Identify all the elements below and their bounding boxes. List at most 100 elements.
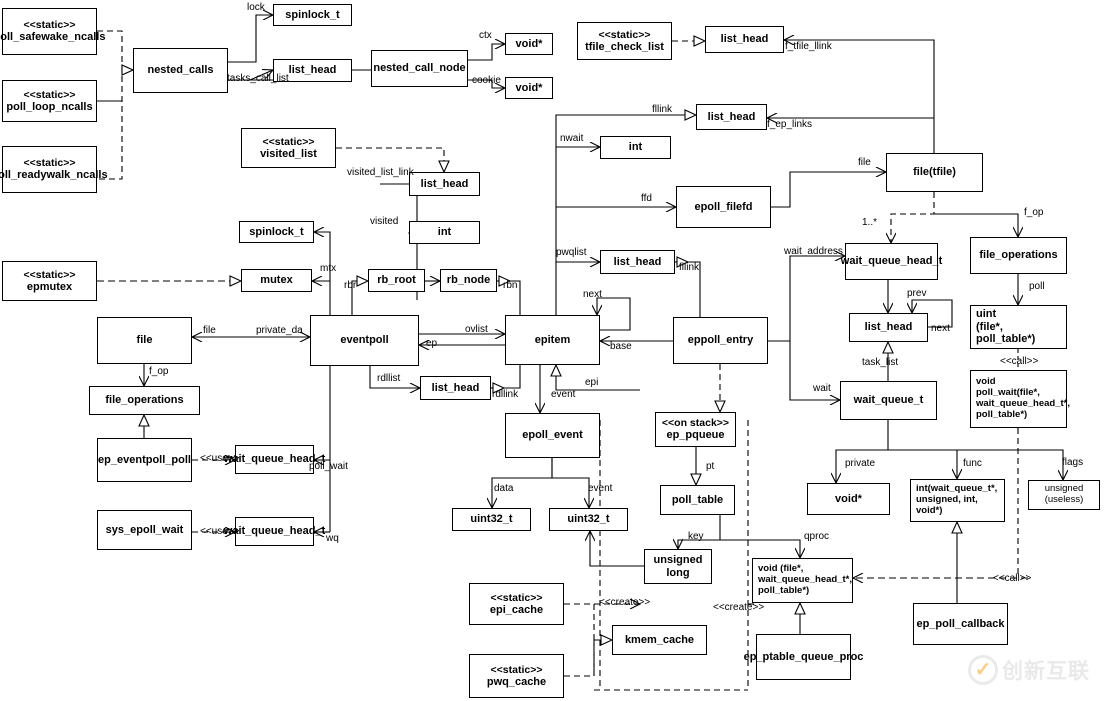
class-box-visited_list[interactable]: <<static>> visited_list: [241, 128, 336, 168]
class-box-spinlock_t_top[interactable]: spinlock_t: [273, 4, 352, 26]
class-name-label: rb_root: [377, 274, 416, 287]
stereotype-label: <<static>>: [23, 268, 76, 281]
class-name-label: mutex: [260, 274, 293, 287]
class-box-list_head_visited[interactable]: list_head: [409, 172, 480, 196]
class-box-qproc_sig[interactable]: void (file*, wait_queue_head_t*, poll_ta…: [752, 558, 853, 603]
class-box-wait_queue_head_t_poll[interactable]: wait_queue_head_t: [224, 445, 325, 474]
class-box-void_cookie[interactable]: void*: [505, 77, 553, 99]
class-name-label: list_head: [613, 255, 662, 268]
class-box-ep_pqueue[interactable]: <<on stack>> ep_pqueue: [655, 412, 736, 447]
class-box-ep_ptable_queue_proc[interactable]: ep_ptable_queue_proc: [744, 634, 863, 680]
class-name-label: unsigned (useless): [1044, 483, 1084, 505]
class-box-epmutex[interactable]: <<static>> epmutex: [2, 261, 97, 301]
edge-label: base: [610, 341, 632, 352]
class-name-label: visited_list: [260, 147, 317, 160]
edge-label: mtx: [320, 263, 337, 274]
class-name-label: void (file*, wait_queue_head_t*, poll_ta…: [758, 563, 852, 596]
class-box-wait_queue_t[interactable]: wait_queue_t: [840, 381, 937, 420]
class-box-poll_table[interactable]: poll_table: [660, 485, 735, 515]
class-box-void_ctx[interactable]: void*: [505, 33, 553, 55]
class-box-wait_queue_head_t_right[interactable]: wait_queue_head_t: [841, 243, 942, 280]
class-box-poll_wait_sig[interactable]: void poll_wait(file*, wait_queue_head_t*…: [970, 370, 1070, 428]
class-box-list_head_fllink[interactable]: list_head: [696, 104, 767, 130]
class-box-rb_root[interactable]: rb_root: [368, 269, 425, 292]
edge-label: epi: [585, 377, 599, 388]
class-name-label: file(tfile): [913, 166, 956, 179]
class-name-label: void poll_wait(file*, wait_queue_head_t*…: [976, 376, 1070, 420]
class-name-label: rb_node: [446, 274, 491, 287]
class-box-list_head_rdllist[interactable]: list_head: [420, 376, 491, 400]
edge-label: nwait: [560, 133, 584, 144]
class-box-int_func[interactable]: int(wait_queue_t*, unsigned, int, void*): [910, 479, 1005, 522]
edge-label: fllink: [679, 262, 700, 273]
class-box-tfile_check_list[interactable]: <<static>> tfile_check_list: [577, 22, 672, 60]
uml-diagram-canvas: <<static>> poll_safewake_ncalls <<static>>…: [0, 0, 1105, 701]
edge-label: cookie: [472, 75, 501, 86]
edge-label: wait: [813, 383, 831, 394]
class-box-wait_queue_head_t_wq[interactable]: wait_queue_head_t: [224, 517, 325, 546]
class-name-label: spinlock_t: [249, 225, 304, 238]
class-box-ep_poll_callback[interactable]: ep_poll_callback: [913, 603, 1008, 645]
class-name-label: poll_loop_ncalls: [6, 100, 93, 113]
class-box-file_tfile[interactable]: file(tfile): [886, 153, 983, 192]
class-name-label: nested_calls: [147, 64, 214, 77]
class-box-list_head_right[interactable]: list_head: [849, 313, 928, 342]
class-name-label: unsigned long: [653, 553, 703, 579]
class-box-epoll_event[interactable]: epoll_event: [505, 413, 600, 458]
edge-label: next: [931, 323, 950, 334]
class-box-file_left[interactable]: file: [97, 317, 192, 364]
class-box-file_operations_right[interactable]: file_operations: [970, 237, 1067, 274]
class-box-unsigned_long_key[interactable]: unsigned long: [644, 549, 712, 584]
class-box-unsigned_useless[interactable]: unsigned (useless): [1028, 480, 1100, 510]
edge-label: event: [588, 483, 613, 494]
class-box-nested_call_node[interactable]: nested_call_node: [371, 50, 468, 87]
class-box-epitem[interactable]: epitem: [505, 315, 600, 365]
class-name-label: epmutex: [26, 280, 73, 293]
class-box-sys_epoll_wait[interactable]: sys_epoll_wait: [97, 510, 192, 550]
class-box-int_visited[interactable]: int: [409, 221, 480, 244]
class-name-label: ep_poll_callback: [916, 617, 1005, 630]
class-box-nested_calls[interactable]: nested_calls: [133, 48, 228, 93]
class-box-uint32_t_event[interactable]: uint32_t: [549, 508, 628, 531]
class-box-spinlock_t_ep[interactable]: spinlock_t: [239, 221, 314, 243]
class-box-uint_poll[interactable]: uint (file*, poll_table*): [970, 305, 1067, 349]
class-box-ep_eventpoll_poll[interactable]: ep_eventpoll_poll: [97, 438, 192, 482]
class-name-label: int(wait_queue_t*, unsigned, int, void*): [916, 483, 998, 516]
class-box-uint32_t_data[interactable]: uint32_t: [452, 508, 531, 531]
class-name-label: list_head: [864, 321, 913, 334]
class-box-int_nwait[interactable]: int: [600, 136, 671, 159]
class-name-label: uint32_t: [567, 513, 610, 526]
class-box-poll_readywalk_ncalls[interactable]: <<static>> poll_readywalk_ncalls: [0, 146, 108, 193]
class-name-label: eventpoll: [340, 334, 389, 347]
edge-label: <<create>>: [713, 602, 765, 613]
edge-label: rbn: [503, 280, 518, 291]
class-box-void_private[interactable]: void*: [807, 483, 890, 515]
stereotype-label: <<static>>: [490, 591, 543, 604]
class-box-poll_safewake_ncalls[interactable]: <<static>> poll_safewake_ncalls: [0, 8, 105, 55]
class-name-label: void*: [835, 492, 862, 505]
class-box-list_head_ftfile[interactable]: list_head: [705, 26, 784, 53]
class-box-eppoll_entry[interactable]: eppoll_entry: [673, 317, 768, 364]
stereotype-label: <<static>>: [23, 19, 76, 32]
class-box-list_head_pwqlist[interactable]: list_head: [600, 250, 675, 274]
class-name-label: list_head: [707, 110, 756, 123]
edge-label: event: [551, 389, 576, 400]
class-box-eventpoll[interactable]: eventpoll: [310, 315, 419, 366]
edge-label: f_tfile_llink: [785, 41, 832, 52]
watermark-logo-icon: ✓: [968, 655, 998, 685]
class-box-file_operations_left[interactable]: file_operations: [89, 386, 200, 415]
edge-label: key: [688, 531, 704, 542]
class-box-mutex[interactable]: mutex: [241, 269, 312, 292]
class-name-label: poll_readywalk_ncalls: [0, 169, 108, 182]
class-box-poll_loop_ncalls[interactable]: <<static>> poll_loop_ncalls: [2, 80, 97, 122]
class-box-kmem_cache[interactable]: kmem_cache: [612, 625, 707, 655]
edge-label: lock: [247, 2, 265, 13]
edge-label: rbr: [344, 280, 357, 291]
class-box-epi_cache[interactable]: <<static>> epi_cache: [469, 583, 564, 625]
class-box-epoll_filefd[interactable]: epoll_filefd: [676, 186, 771, 228]
class-box-pwq_cache[interactable]: <<static>> pwq_cache: [469, 654, 564, 698]
class-box-rb_node[interactable]: rb_node: [440, 269, 497, 292]
edge-label: private: [845, 458, 876, 469]
edge-label: func: [963, 458, 982, 469]
class-name-label: list_head: [720, 33, 769, 46]
